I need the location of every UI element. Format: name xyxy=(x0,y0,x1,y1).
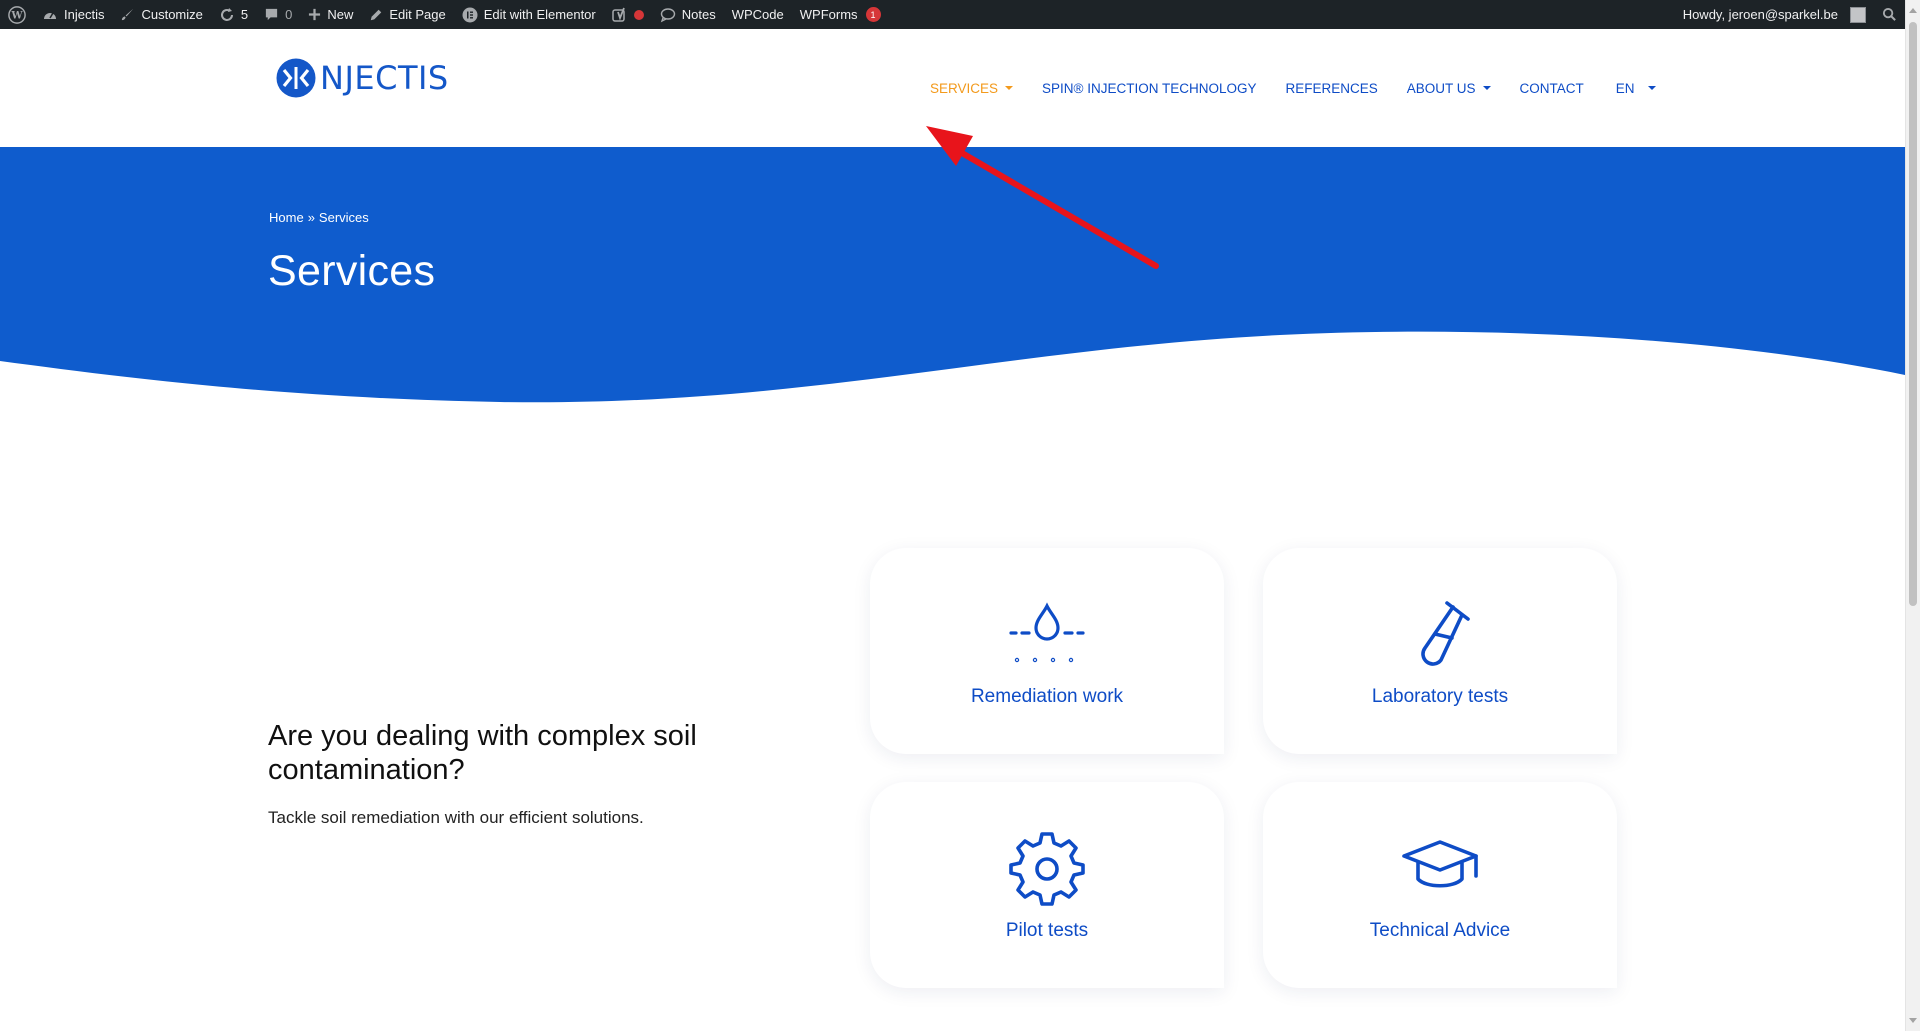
breadcrumb: Home » Services xyxy=(269,210,369,225)
customize-link[interactable]: Customize xyxy=(112,0,210,29)
wpcode-label: WPCode xyxy=(731,7,784,22)
edit-page-label: Edit Page xyxy=(389,7,446,22)
intro-heading: Are you dealing with complex soil contam… xyxy=(268,720,697,786)
breadcrumb-separator: » xyxy=(307,210,315,225)
wp-admin-bar: W Injectis Customize 5 0 New Edit Page E… xyxy=(0,0,1905,29)
comment-icon xyxy=(266,8,278,21)
nav-item-services[interactable]: SERVICES xyxy=(930,80,1014,96)
plus-icon xyxy=(309,8,321,21)
nav-item-about-us[interactable]: ABOUT US xyxy=(1407,81,1491,96)
service-card-remediation[interactable]: Remediation work xyxy=(870,548,1224,754)
page-title: Services xyxy=(268,247,436,295)
nav-item-references[interactable]: REFERENCES xyxy=(1286,81,1378,96)
logo-text: NJECTIS xyxy=(320,59,449,97)
edit-elementor-label: Edit with Elementor xyxy=(483,7,596,22)
injectis-logo-icon xyxy=(276,58,316,98)
breadcrumb-current: Services xyxy=(318,210,369,225)
howdy-text: Howdy, jeroen@sparkel.be xyxy=(1682,7,1838,22)
new-content-link[interactable]: New xyxy=(300,0,361,29)
speech-bubble-icon xyxy=(660,7,675,22)
test-tube-icon xyxy=(1405,596,1475,672)
caret-down-icon xyxy=(1482,86,1491,90)
admin-search-button[interactable] xyxy=(1874,0,1905,29)
gear-icon xyxy=(1009,830,1085,906)
comments-count: 0 xyxy=(285,7,293,22)
language-switcher[interactable]: EN xyxy=(1616,81,1656,96)
wpcode-link[interactable]: WPCode xyxy=(724,0,792,29)
graduation-cap-icon xyxy=(1400,830,1480,906)
notes-label: Notes xyxy=(681,7,716,22)
nav-label: EN xyxy=(1615,80,1635,96)
nav-label: SERVICES xyxy=(930,80,999,96)
edit-page-link[interactable]: Edit Page xyxy=(361,0,453,29)
comments-link[interactable]: 0 xyxy=(256,0,300,29)
notes-link[interactable]: Notes xyxy=(652,0,724,29)
water-drop-icon xyxy=(1009,596,1085,672)
wordpress-logo-icon[interactable]: W xyxy=(0,0,34,29)
nav-label: CONTACT xyxy=(1519,80,1584,96)
service-card-laboratory[interactable]: Laboratory tests xyxy=(1263,548,1617,754)
account-menu[interactable]: Howdy, jeroen@sparkel.be xyxy=(1675,0,1874,29)
scroll-down-arrow-icon[interactable] xyxy=(1909,1018,1917,1023)
scrollbar-thumb[interactable] xyxy=(1909,22,1917,606)
edit-elementor-link[interactable]: Edit with Elementor xyxy=(454,0,604,29)
brush-icon xyxy=(122,8,134,21)
nav-label: REFERENCES xyxy=(1285,80,1378,96)
nav-label: ABOUT US xyxy=(1406,80,1476,96)
dashboard-gauge-icon xyxy=(44,12,56,19)
site-name: Injectis xyxy=(64,7,105,22)
nav-item-spin-injection[interactable]: SPIN® INJECTION TECHNOLOGY xyxy=(1042,81,1256,96)
admin-site-link[interactable]: Injectis xyxy=(34,0,112,29)
wpforms-link[interactable]: WPForms 1 xyxy=(792,0,889,29)
updates-link[interactable]: 5 xyxy=(211,0,256,29)
updates-icon xyxy=(220,7,233,21)
breadcrumb-home-link[interactable]: Home xyxy=(269,210,304,225)
seo-status-dot xyxy=(633,9,644,20)
scroll-up-arrow-icon[interactable] xyxy=(1909,8,1917,13)
wpforms-badge: 1 xyxy=(865,7,881,22)
intro-text: Tackle soil remediation with our efficie… xyxy=(268,808,644,827)
service-card-technical-advice[interactable]: Technical Advice xyxy=(1263,782,1617,988)
site-logo[interactable]: NJECTIS xyxy=(276,58,449,98)
service-label: Laboratory tests xyxy=(1371,686,1509,707)
hero-banner: Home » Services Services xyxy=(0,147,1905,407)
yoast-icon xyxy=(612,7,625,22)
updates-count: 5 xyxy=(240,7,249,22)
caret-down-icon xyxy=(1647,86,1656,90)
pencil-icon xyxy=(371,9,382,20)
service-label: Technical Advice xyxy=(1369,920,1511,941)
new-label: New xyxy=(327,7,354,22)
service-card-pilot-tests[interactable]: Pilot tests xyxy=(870,782,1224,988)
page-scrollbar[interactable] xyxy=(1905,0,1920,1031)
yoast-seo-menu[interactable] xyxy=(604,0,652,29)
elementor-icon xyxy=(462,7,478,22)
nav-item-contact[interactable]: CONTACT xyxy=(1520,81,1584,96)
service-label: Pilot tests xyxy=(1005,920,1089,941)
svg-text:W: W xyxy=(10,10,23,21)
wpforms-label: WPForms xyxy=(799,7,858,22)
avatar xyxy=(1850,6,1866,23)
site-header: NJECTIS SERVICES SPIN® INJECTION TECHNOL… xyxy=(0,29,1905,147)
caret-down-icon xyxy=(1005,86,1014,90)
search-icon xyxy=(1882,7,1896,21)
nav-label: SPIN® INJECTION TECHNOLOGY xyxy=(1042,80,1257,96)
service-label: Remediation work xyxy=(970,686,1124,707)
main-nav: SERVICES SPIN® INJECTION TECHNOLOGY REFE… xyxy=(930,29,1656,147)
customize-label: Customize xyxy=(141,7,203,22)
